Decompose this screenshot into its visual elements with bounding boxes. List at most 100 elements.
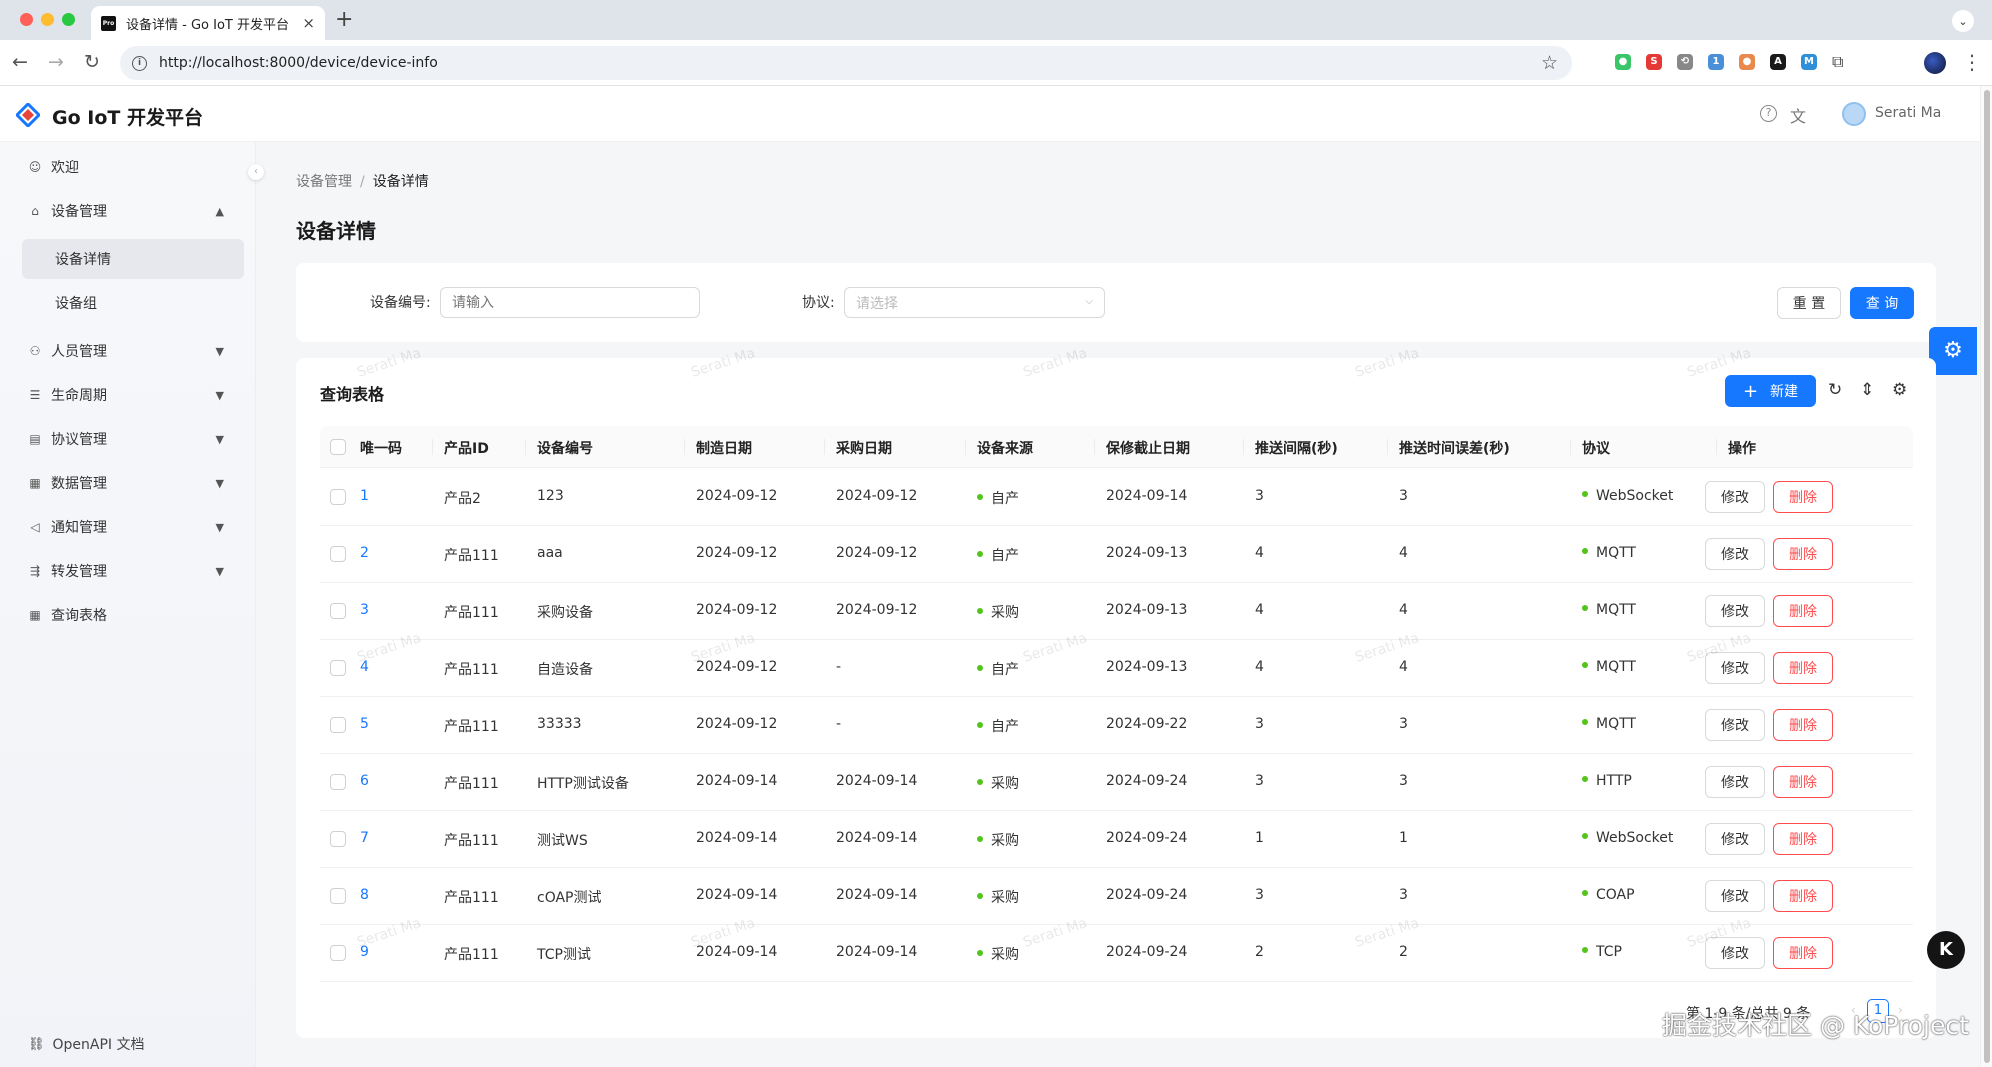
maximize-window-button[interactable] xyxy=(62,13,75,26)
sidebar-collapse-button[interactable]: ‹ xyxy=(248,164,264,180)
cell-id[interactable]: 4 xyxy=(360,659,369,675)
sidebar-item-notification[interactable]: ◁ 通知管理 ▼ xyxy=(0,507,256,547)
sidebar-item-welcome[interactable]: ☺ 欢迎 xyxy=(0,147,256,187)
cell-id[interactable]: 8 xyxy=(360,887,369,903)
settings-drawer-button[interactable]: ⚙ xyxy=(1929,327,1977,375)
app-title[interactable]: Go IoT 开发平台 xyxy=(52,103,203,130)
delete-button[interactable]: 删除 xyxy=(1773,937,1833,969)
device-no-input[interactable] xyxy=(440,287,700,318)
delete-button[interactable]: 删除 xyxy=(1773,880,1833,912)
delete-button[interactable]: 删除 xyxy=(1773,766,1833,798)
column-header[interactable]: 操作 xyxy=(1728,438,1756,458)
cell-id[interactable]: 7 xyxy=(360,830,369,846)
cell-id[interactable]: 6 xyxy=(360,773,369,789)
page-scrollbar[interactable] xyxy=(1980,86,1992,1067)
tab-search-icon[interactable]: ⌄ xyxy=(1952,10,1974,32)
sidebar-item-query-table[interactable]: ▦ 查询表格 xyxy=(0,595,256,635)
edit-button[interactable]: 修改 xyxy=(1705,481,1765,513)
delete-button[interactable]: 删除 xyxy=(1773,652,1833,684)
column-header[interactable]: 制造日期 xyxy=(696,438,752,458)
density-icon[interactable]: ⇕ xyxy=(1860,380,1874,400)
column-header[interactable]: 采购日期 xyxy=(836,438,892,458)
edit-button[interactable]: 修改 xyxy=(1705,880,1765,912)
tab-close-icon[interactable]: × xyxy=(302,14,315,32)
translate-icon[interactable]: 文 xyxy=(1790,103,1806,127)
openapi-docs-link[interactable]: ⛓ OpenAPI 文档 xyxy=(28,1034,145,1054)
site-info-icon[interactable]: i xyxy=(132,55,147,71)
sidebar-item-personnel[interactable]: ⚇ 人员管理 ▼ xyxy=(0,331,256,371)
reload-icon[interactable]: ↻ xyxy=(1828,380,1842,400)
column-header[interactable]: 产品ID xyxy=(444,438,489,458)
forward-icon[interactable]: → xyxy=(48,51,64,73)
row-checkbox[interactable] xyxy=(330,660,346,676)
table-row[interactable]: 7 产品111 测试WS 2024-09-14 2024-09-14 采购 2024-09-… xyxy=(320,811,1913,868)
column-header[interactable]: 唯一码 xyxy=(360,438,402,458)
column-header[interactable]: 协议 xyxy=(1582,438,1610,458)
orange-ext[interactable]: ● xyxy=(1739,54,1755,70)
back-icon[interactable]: ← xyxy=(12,51,28,73)
user-name[interactable]: Serati Ma xyxy=(1875,105,1941,121)
reload-icon[interactable]: ↻ xyxy=(84,51,100,73)
cell-id[interactable]: 3 xyxy=(360,602,369,618)
sidebar-item-lifecycle[interactable]: ☰ 生命周期 ▼ xyxy=(0,375,256,415)
delete-button[interactable]: 删除 xyxy=(1773,823,1833,855)
column-header[interactable]: 推送时间误差(秒) xyxy=(1399,438,1510,458)
cell-id[interactable]: 2 xyxy=(360,545,369,561)
table-row[interactable]: 2 产品111 aaa 2024-09-12 2024-09-12 自产 2024-09-1… xyxy=(320,526,1913,583)
delete-button[interactable]: 删除 xyxy=(1773,709,1833,741)
edit-button[interactable]: 修改 xyxy=(1705,595,1765,627)
delete-button[interactable]: 删除 xyxy=(1773,481,1833,513)
row-checkbox[interactable] xyxy=(330,945,346,961)
new-tab-button[interactable]: + xyxy=(335,7,353,32)
table-row[interactable]: 8 产品111 cOAP测试 2024-09-14 2024-09-14 采购 2024-0… xyxy=(320,868,1913,925)
table-row[interactable]: 6 产品111 HTTP测试设备 2024-09-14 2024-09-14 采购 2024… xyxy=(320,754,1913,811)
edit-button[interactable]: 修改 xyxy=(1705,937,1765,969)
edit-button[interactable]: 修改 xyxy=(1705,709,1765,741)
delete-button[interactable]: 删除 xyxy=(1773,538,1833,570)
help-icon[interactable]: ? xyxy=(1760,105,1777,122)
row-checkbox[interactable] xyxy=(330,888,346,904)
green-circle-ext[interactable]: ● xyxy=(1615,54,1631,70)
edit-button[interactable]: 修改 xyxy=(1705,823,1765,855)
row-checkbox[interactable] xyxy=(330,774,346,790)
red-s-ext[interactable]: S xyxy=(1646,54,1662,70)
row-checkbox[interactable] xyxy=(330,717,346,733)
m-ext[interactable]: M xyxy=(1801,54,1817,70)
column-header[interactable]: 保修截止日期 xyxy=(1106,438,1190,458)
row-checkbox[interactable] xyxy=(330,489,346,505)
blue-badge-ext[interactable]: 1 xyxy=(1708,54,1724,70)
history-ext[interactable]: ⟲ xyxy=(1677,54,1693,70)
select-all-checkbox[interactable] xyxy=(330,439,346,455)
table-row[interactable]: 9 产品111 TCP测试 2024-09-14 2024-09-14 采购 2024-09… xyxy=(320,925,1913,982)
cell-id[interactable]: 1 xyxy=(360,488,369,504)
user-avatar[interactable] xyxy=(1842,102,1866,126)
floating-k-icon[interactable]: K xyxy=(1927,931,1965,969)
extensions-puzzle-icon[interactable]: ⧉ xyxy=(1832,52,1843,72)
sidebar-item-device-management[interactable]: ⌂ 设备管理 ▲ xyxy=(0,191,256,231)
row-checkbox[interactable] xyxy=(330,603,346,619)
address-bar[interactable]: i http://localhost:8000/device/device-in… xyxy=(120,46,1572,80)
sidebar-subitem-device-info[interactable]: 设备详情 xyxy=(22,239,244,279)
table-row[interactable]: 4 产品111 自造设备 2024-09-12 - 自产 2024-09-13 4 4 MQTT 修… xyxy=(320,640,1913,697)
profile-avatar-icon[interactable] xyxy=(1924,52,1946,74)
column-header[interactable]: 设备编号 xyxy=(537,438,593,458)
bookmark-star-icon[interactable]: ☆ xyxy=(1541,52,1558,74)
delete-button[interactable]: 删除 xyxy=(1773,595,1833,627)
row-checkbox[interactable] xyxy=(330,831,346,847)
cell-id[interactable]: 9 xyxy=(360,944,369,960)
edit-button[interactable]: 修改 xyxy=(1705,538,1765,570)
sidebar-item-protocol[interactable]: ▤ 协议管理 ▼ xyxy=(0,419,256,459)
query-button[interactable]: 查 询 xyxy=(1850,287,1914,319)
column-settings-icon[interactable]: ⚙ xyxy=(1892,380,1907,400)
sidebar-item-forward[interactable]: ⇶ 转发管理 ▼ xyxy=(0,551,256,591)
table-row[interactable]: 1 产品2 123 2024-09-12 2024-09-12 自产 2024-09-14 3… xyxy=(320,469,1913,526)
table-row[interactable]: 5 产品111 33333 2024-09-12 - 自产 2024-09-22 3 3 MQTT… xyxy=(320,697,1913,754)
reset-button[interactable]: 重 置 xyxy=(1777,287,1841,319)
row-checkbox[interactable] xyxy=(330,546,346,562)
edit-button[interactable]: 修改 xyxy=(1705,652,1765,684)
url-text[interactable]: http://localhost:8000/device/device-info xyxy=(159,55,1541,71)
edit-button[interactable]: 修改 xyxy=(1705,766,1765,798)
sidebar-subitem-device-group[interactable]: 设备组 xyxy=(22,283,244,323)
minimize-window-button[interactable] xyxy=(41,13,54,26)
column-header[interactable]: 推送间隔(秒) xyxy=(1255,438,1338,458)
